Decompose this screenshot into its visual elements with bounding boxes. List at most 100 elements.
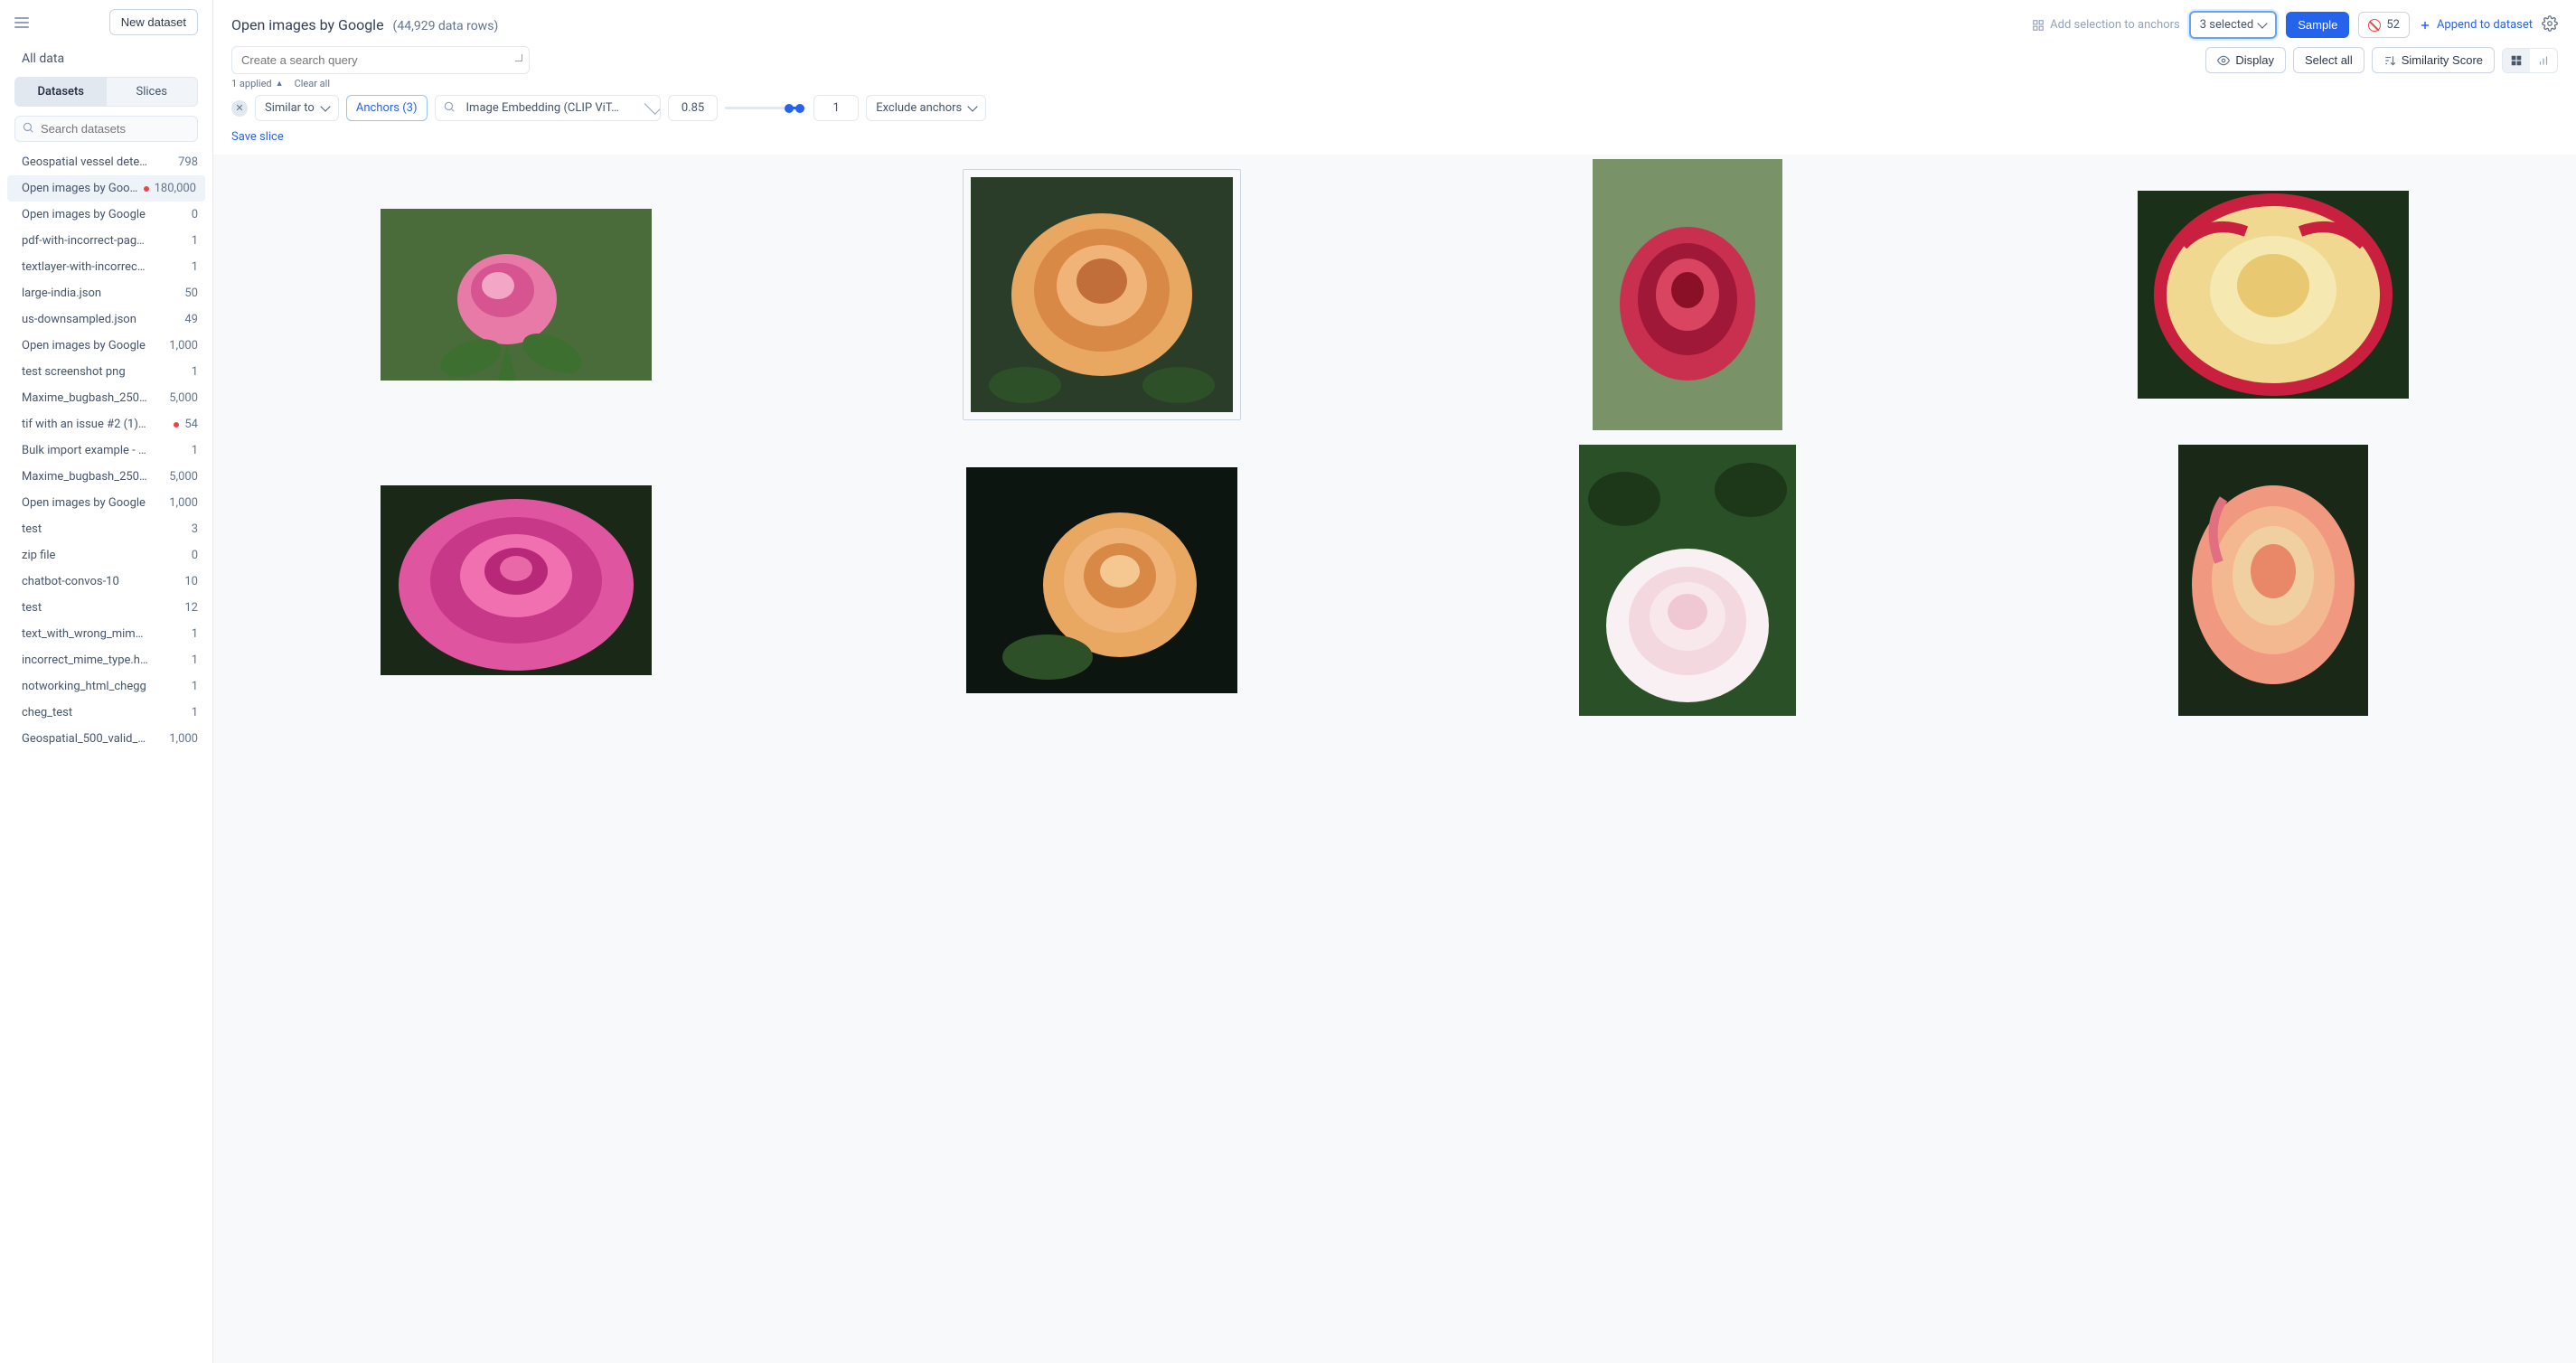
block-icon — [2368, 19, 2381, 32]
sidebar-dataset-item[interactable]: large-india.json 50 — [0, 280, 212, 306]
exclude-anchors-select[interactable]: Exclude anchors — [866, 95, 986, 121]
grid-item[interactable] — [1397, 440, 1978, 720]
grid-item[interactable] — [226, 440, 806, 720]
anchors-badge[interactable]: Anchors (3) — [346, 95, 428, 121]
grid-item[interactable] — [226, 155, 806, 435]
sidebar-dataset-item[interactable]: pdf-with-incorrect-page-nu…1 — [0, 228, 212, 254]
tab-slices[interactable]: Slices — [107, 78, 198, 106]
blocked-count-pill[interactable]: 52 — [2358, 12, 2410, 38]
dataset-name: cheg_test — [22, 706, 72, 719]
clear-all-filters[interactable]: Clear all — [295, 78, 330, 89]
embedding-select[interactable]: Image Embedding (CLIP ViT… — [435, 95, 661, 121]
sidebar-dataset-item[interactable]: Geospatial vessel detecti…798 — [0, 149, 212, 175]
dataset-count: 49 — [184, 313, 198, 326]
display-button[interactable]: Display — [2205, 47, 2286, 73]
dataset-name: Geospatial_500_valid_… — [22, 732, 146, 746]
tab-datasets[interactable]: Datasets — [15, 78, 107, 106]
dataset-name: Open images by Google — [22, 496, 146, 510]
sidebar-dataset-item[interactable]: Open images by Goo…180,000 — [7, 175, 205, 202]
remove-filter-button[interactable]: ✕ — [231, 100, 248, 117]
sample-button[interactable]: Sample — [2286, 12, 2349, 38]
chart-view-button[interactable] — [2530, 49, 2557, 72]
search-query-input[interactable] — [231, 46, 530, 74]
sidebar-dataset-item[interactable]: text_with_wrong_mime_type1 — [0, 621, 212, 647]
dataset-name: Open images by Goo… — [22, 182, 137, 195]
dataset-name: Open images by Google — [22, 208, 146, 221]
menu-icon[interactable] — [14, 17, 29, 28]
dataset-name: chatbot-convos-10 — [22, 575, 119, 588]
sidebar-dataset-item[interactable]: zip file0 — [0, 542, 212, 569]
sidebar: New dataset All data Datasets Slices Geo… — [0, 0, 213, 1363]
sidebar-dataset-item[interactable]: Geospatial_500_valid_…1,000 — [0, 726, 212, 752]
append-to-dataset-button[interactable]: Append to dataset — [2419, 18, 2533, 32]
dataset-count: 0 — [192, 549, 198, 562]
selected-count-pill[interactable]: 3 selected — [2189, 11, 2277, 39]
dataset-name: test — [22, 522, 42, 536]
dataset-count: 1,000 — [169, 496, 198, 510]
similarity-score-button[interactable]: Similarity Score — [2372, 47, 2495, 73]
dataset-name: Bulk import example - Geos… — [22, 444, 148, 457]
sidebar-dataset-item[interactable]: cheg_test 1 — [0, 700, 212, 726]
add-selection-to-anchors: Add selection to anchors — [2032, 18, 2180, 32]
sidebar-dataset-item[interactable]: test screenshot png1 — [0, 359, 212, 385]
status-dot — [144, 186, 149, 192]
sidebar-dataset-item[interactable]: us-downsampled.json49 — [0, 306, 212, 333]
sidebar-dataset-item[interactable]: Open images by Google 1,000 — [0, 490, 212, 516]
dataset-count: 1,000 — [169, 339, 198, 352]
chevron-down-icon[interactable] — [515, 54, 522, 61]
sidebar-dataset-item[interactable]: tif with an issue #2 (1).json54 — [0, 411, 212, 437]
dataset-count: 1 — [192, 653, 198, 667]
dataset-name: Geospatial vessel detecti… — [22, 155, 148, 169]
grid-item[interactable] — [1397, 155, 1978, 435]
dataset-count: 50 — [184, 287, 198, 300]
applied-filters-count[interactable]: 1 applied ▲ — [231, 78, 284, 89]
grid-item[interactable] — [812, 155, 1392, 435]
image-grid[interactable] — [213, 155, 2576, 1363]
dataset-count: 1 — [192, 706, 198, 719]
select-all-button[interactable]: Select all — [2293, 47, 2364, 73]
dataset-count: 0 — [192, 208, 198, 221]
threshold-input[interactable]: 0.85 — [668, 95, 718, 121]
search-icon — [436, 100, 463, 117]
count-input[interactable]: 1 — [813, 95, 859, 121]
dataset-name: Maxime_bugbash_250… — [22, 391, 147, 405]
grid-item[interactable] — [1983, 440, 2563, 720]
threshold-slider[interactable] — [725, 99, 806, 118]
sidebar-dataset-item[interactable]: notworking_html_chegg1 — [0, 673, 212, 700]
grid-item[interactable] — [812, 440, 1392, 720]
sidebar-dataset-item[interactable]: Maxime_bugbash_250… 5,000 — [0, 385, 212, 411]
dataset-name: textlayer-with-incorrect-pa… — [22, 260, 148, 274]
sidebar-dataset-item[interactable]: textlayer-with-incorrect-pa…1 — [0, 254, 212, 280]
grid-view-button[interactable] — [2503, 49, 2530, 72]
new-dataset-button[interactable]: New dataset — [109, 9, 198, 35]
sidebar-dataset-item[interactable]: Maxime_bugbash_250…5,000 — [0, 464, 212, 490]
dataset-count: 1 — [192, 234, 198, 248]
sidebar-dataset-item[interactable]: chatbot-convos-1010 — [0, 569, 212, 595]
chevron-down-icon — [2258, 18, 2268, 28]
sidebar-dataset-item[interactable]: Open images by Google 0 — [0, 202, 212, 228]
sort-icon — [2383, 54, 2396, 67]
gear-icon[interactable] — [2542, 15, 2558, 35]
dataset-name: large-india.json — [22, 287, 101, 300]
sidebar-tabs: Datasets Slices — [14, 77, 198, 107]
dataset-count: 1 — [192, 680, 198, 693]
bar-chart-icon — [2537, 54, 2550, 67]
sidebar-dataset-item[interactable]: Open images by Google1,000 — [0, 333, 212, 359]
dataset-name: tif with an issue #2 (1).json — [22, 418, 148, 431]
sidebar-dataset-item[interactable]: Bulk import example - Geos… 1 — [0, 437, 212, 464]
dataset-count: 1 — [192, 444, 198, 457]
similar-to-select[interactable]: Similar to — [255, 95, 339, 121]
dataset-list: Geospatial vessel detecti…798Open images… — [0, 149, 212, 1363]
search-datasets-input[interactable] — [14, 116, 198, 142]
sidebar-dataset-item[interactable]: incorrect_mime_type.html1 — [0, 647, 212, 673]
dataset-count: 5,000 — [169, 391, 198, 405]
eye-icon — [2217, 54, 2230, 67]
grid-item[interactable] — [1983, 155, 2563, 435]
sidebar-dataset-item[interactable]: test3 — [0, 516, 212, 542]
dataset-name: test — [22, 601, 42, 615]
dataset-name: text_with_wrong_mime_type — [22, 627, 148, 641]
save-slice-link[interactable]: Save slice — [231, 130, 284, 144]
all-data-link[interactable]: All data — [0, 44, 212, 73]
sidebar-dataset-item[interactable]: test12 — [0, 595, 212, 621]
chevron-down-icon — [320, 101, 330, 111]
